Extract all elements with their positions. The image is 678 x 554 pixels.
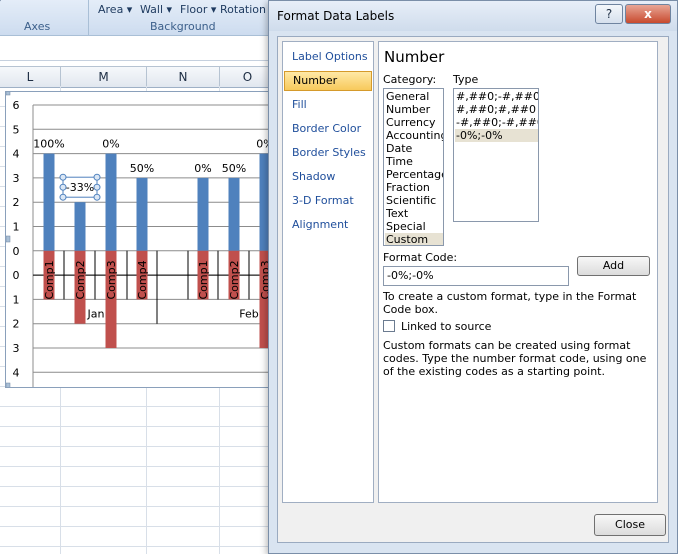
type-item[interactable]: #,##0;-#,##0 xyxy=(455,90,538,103)
sidebar-item-border-styles[interactable]: Border Styles xyxy=(284,143,372,163)
category-item[interactable]: Currency xyxy=(385,116,443,129)
sidebar-item-fill[interactable]: Fill xyxy=(284,95,372,115)
category-label: Comp2 xyxy=(228,260,241,299)
category-item[interactable]: Scientific xyxy=(385,194,443,207)
help-icon[interactable]: ? xyxy=(595,4,623,24)
category-label: Comp4 xyxy=(136,260,149,299)
category-item[interactable]: Time xyxy=(385,155,443,168)
dialog-content: Label Options Number Fill Border Color B… xyxy=(277,36,669,543)
chart-resize-handle xyxy=(5,88,11,96)
y-tick-label: 0 xyxy=(13,245,20,258)
custom-format-help-text: To create a custom format, type in the F… xyxy=(383,290,637,316)
column-header-n[interactable]: N xyxy=(147,67,220,87)
y-tick-label: 5 xyxy=(13,123,20,136)
y-tick-label: 1 xyxy=(13,221,20,234)
type-item[interactable]: -#,##0;-#,##0 xyxy=(455,116,538,129)
chart-floor-button[interactable]: Floor ▾ xyxy=(180,3,216,16)
category-item[interactable]: Number xyxy=(385,103,443,116)
options-sidebar: Label Options Number Fill Border Color B… xyxy=(282,41,374,503)
bar-chart[interactable]: 6543210012345100%Comp1-33%Comp20%Comp350… xyxy=(5,88,274,404)
category-label: Category: xyxy=(383,73,437,86)
category-item[interactable]: Special xyxy=(385,220,443,233)
category-item[interactable]: Fraction xyxy=(385,181,443,194)
category-label: Comp1 xyxy=(197,260,210,299)
sidebar-item-border-color[interactable]: Border Color xyxy=(284,119,372,139)
category-item[interactable]: General xyxy=(385,90,443,103)
selection-handle xyxy=(59,173,67,181)
positive-bar xyxy=(43,153,55,251)
category-item-selected[interactable]: Custom xyxy=(385,233,443,245)
group-label: Jan xyxy=(87,308,105,321)
background-group-label: Background xyxy=(150,20,216,33)
data-label: -33% xyxy=(66,181,94,194)
sidebar-item-alignment[interactable]: Alignment xyxy=(284,215,372,235)
y-tick-label: 1 xyxy=(13,293,20,306)
ribbon-partial-top: ▾ xyxy=(0,0,2,7)
y-tick-label: 4 xyxy=(13,366,20,379)
positive-bar xyxy=(74,202,86,251)
chart-resize-handle xyxy=(5,235,11,243)
category-item[interactable]: Accounting xyxy=(385,129,443,142)
add-button[interactable]: Add xyxy=(577,256,650,276)
column-header-l[interactable]: L xyxy=(0,67,61,87)
close-icon[interactable]: x xyxy=(625,4,671,24)
data-label: 50% xyxy=(222,162,246,175)
selection-handle xyxy=(93,183,101,191)
dialog-title-bar[interactable]: Format Data Labels ? x xyxy=(269,1,677,31)
format-code-input[interactable]: -0%;-0% xyxy=(383,266,569,286)
category-label: Comp3 xyxy=(105,260,118,299)
category-item[interactable]: Date xyxy=(385,142,443,155)
3d-rotation-button[interactable]: Rotation xyxy=(220,3,266,16)
sidebar-item-label-options[interactable]: Label Options xyxy=(284,47,372,67)
axes-group-label: Axes xyxy=(24,20,51,33)
positive-bar xyxy=(105,153,117,251)
number-panel: Number Category: Type General Number Cur… xyxy=(378,41,658,503)
category-item[interactable]: Text xyxy=(385,207,443,220)
sidebar-item-number[interactable]: Number xyxy=(284,71,372,91)
selection-handle xyxy=(93,173,101,181)
y-tick-label: 0 xyxy=(13,269,20,282)
format-code-label: Format Code: xyxy=(383,251,458,264)
chart-area[interactable]: 6543210012345100%Comp1-33%Comp20%Comp350… xyxy=(5,88,275,404)
y-tick-label: 6 xyxy=(13,99,20,112)
y-tick-label: 4 xyxy=(13,148,20,161)
data-label: 50% xyxy=(130,162,154,175)
category-item[interactable]: Percentage xyxy=(385,168,443,181)
data-label: 0% xyxy=(102,138,119,151)
positive-bar xyxy=(228,177,240,251)
y-tick-label: 2 xyxy=(13,318,20,331)
plot-area-button[interactable]: Area ▾ xyxy=(98,3,132,16)
sidebar-item-3d-format[interactable]: 3-D Format xyxy=(284,191,372,211)
custom-format-description: Custom formats can be created using form… xyxy=(383,339,647,378)
dialog-title: Format Data Labels xyxy=(277,9,395,23)
group-label: Feb xyxy=(239,308,258,321)
close-button[interactable]: Close xyxy=(594,514,666,536)
linked-to-source-checkbox[interactable] xyxy=(383,320,395,332)
y-tick-label: 2 xyxy=(13,196,20,209)
positive-bar xyxy=(197,177,209,251)
type-label: Type xyxy=(453,73,479,86)
chart-wall-button[interactable]: Wall ▾ xyxy=(140,3,172,16)
sidebar-item-shadow[interactable]: Shadow xyxy=(284,167,372,187)
data-label: 100% xyxy=(33,138,64,151)
data-label: 0% xyxy=(194,162,211,175)
selection-handle xyxy=(59,193,67,201)
type-item[interactable]: #,##0;#,##0 xyxy=(455,103,538,116)
selection-handle xyxy=(93,193,101,201)
column-header-m[interactable]: M xyxy=(61,67,147,87)
ribbon-separator xyxy=(88,0,89,35)
y-tick-label: 3 xyxy=(13,172,20,185)
category-label: Comp2 xyxy=(74,260,87,299)
positive-bar xyxy=(136,177,148,251)
category-list[interactable]: General Number Currency Accounting Date … xyxy=(383,88,444,246)
linked-to-source-label[interactable]: Linked to source xyxy=(401,320,491,333)
y-tick-label: 3 xyxy=(13,342,20,355)
panel-title: Number xyxy=(384,48,445,66)
format-data-labels-dialog: Format Data Labels ? x Label Options Num… xyxy=(268,0,678,554)
type-list[interactable]: #,##0;-#,##0 #,##0;#,##0 -#,##0;-#,##0 -… xyxy=(453,88,539,222)
chart-resize-handle xyxy=(5,382,11,390)
category-label: Comp1 xyxy=(43,260,56,299)
type-item-selected[interactable]: -0%;-0% xyxy=(455,129,538,142)
